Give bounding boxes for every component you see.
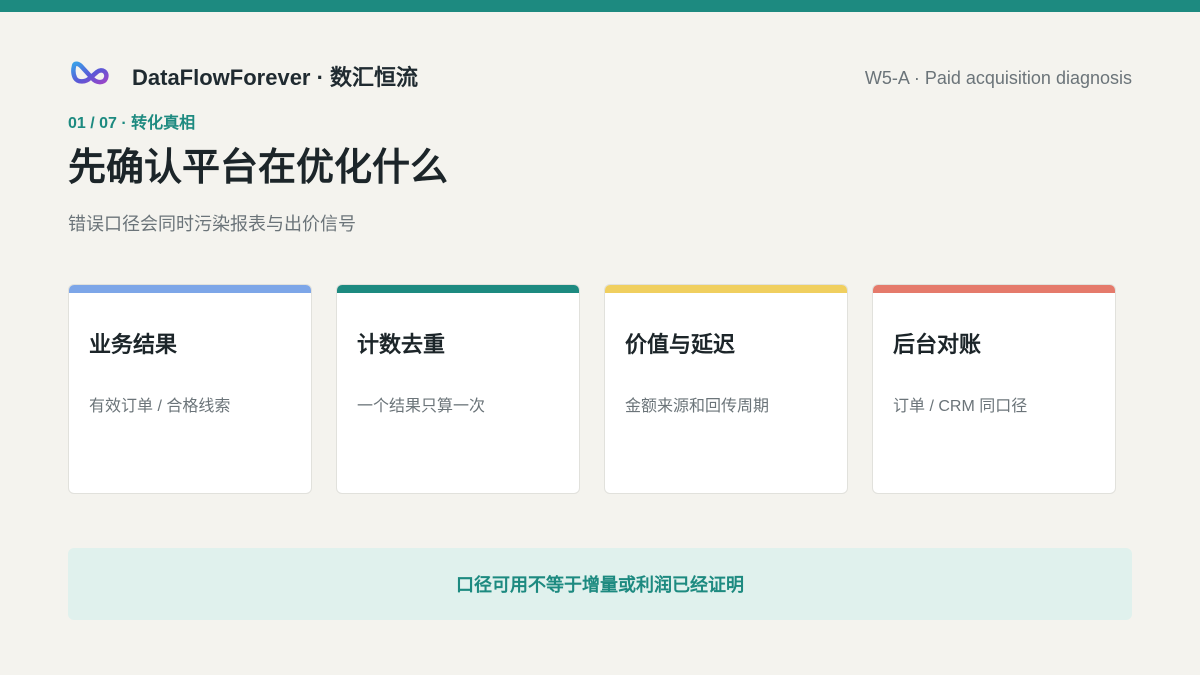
callout-text: 口径可用不等于增量或利润已经证明 — [456, 575, 744, 595]
callout-banner: 口径可用不等于增量或利润已经证明 — [68, 548, 1132, 620]
infinity-logo-icon — [71, 61, 109, 85]
card-backend-reconciliation: 后台对账 订单 / CRM 同口径 — [872, 284, 1116, 494]
card-title: 价值与延迟 — [625, 332, 736, 357]
card-value-and-delay: 价值与延迟 金额来源和回传周期 — [604, 284, 848, 494]
deck-tag: W5-A · Paid acquisition diagnosis — [864, 68, 1132, 88]
card-description: 订单 / CRM 同口径 — [893, 398, 1028, 415]
card-accent-bar — [605, 285, 847, 293]
brand-name: DataFlowForever · 数汇恒流 — [132, 65, 419, 90]
brand: DataFlowForever · 数汇恒流 — [70, 54, 418, 98]
card-accent-bar — [69, 285, 311, 293]
card-description: 金额来源和回传周期 — [625, 398, 770, 415]
top-accent-bar — [0, 0, 1200, 12]
page-title: 先确认平台在优化什么 — [68, 147, 449, 189]
card-accent-bar — [873, 285, 1115, 293]
card-description: 一个结果只算一次 — [357, 398, 486, 415]
page-subtitle: 错误口径会同时污染报表与出价信号 — [68, 214, 356, 234]
slide-kicker: 01 / 07 · 转化真相 — [68, 115, 196, 132]
card-title: 业务结果 — [89, 332, 178, 357]
card-business-outcome: 业务结果 有效订单 / 合格线索 — [68, 284, 312, 494]
card-accent-bar — [337, 285, 579, 293]
card-title: 计数去重 — [357, 332, 446, 357]
card-row: 业务结果 有效订单 / 合格线索 计数去重 一个结果只算一次 价值与延迟 金额来… — [68, 284, 1116, 494]
card-description: 有效订单 / 合格线索 — [89, 398, 231, 415]
card-dedup-counting: 计数去重 一个结果只算一次 — [336, 284, 580, 494]
card-title: 后台对账 — [893, 332, 982, 357]
